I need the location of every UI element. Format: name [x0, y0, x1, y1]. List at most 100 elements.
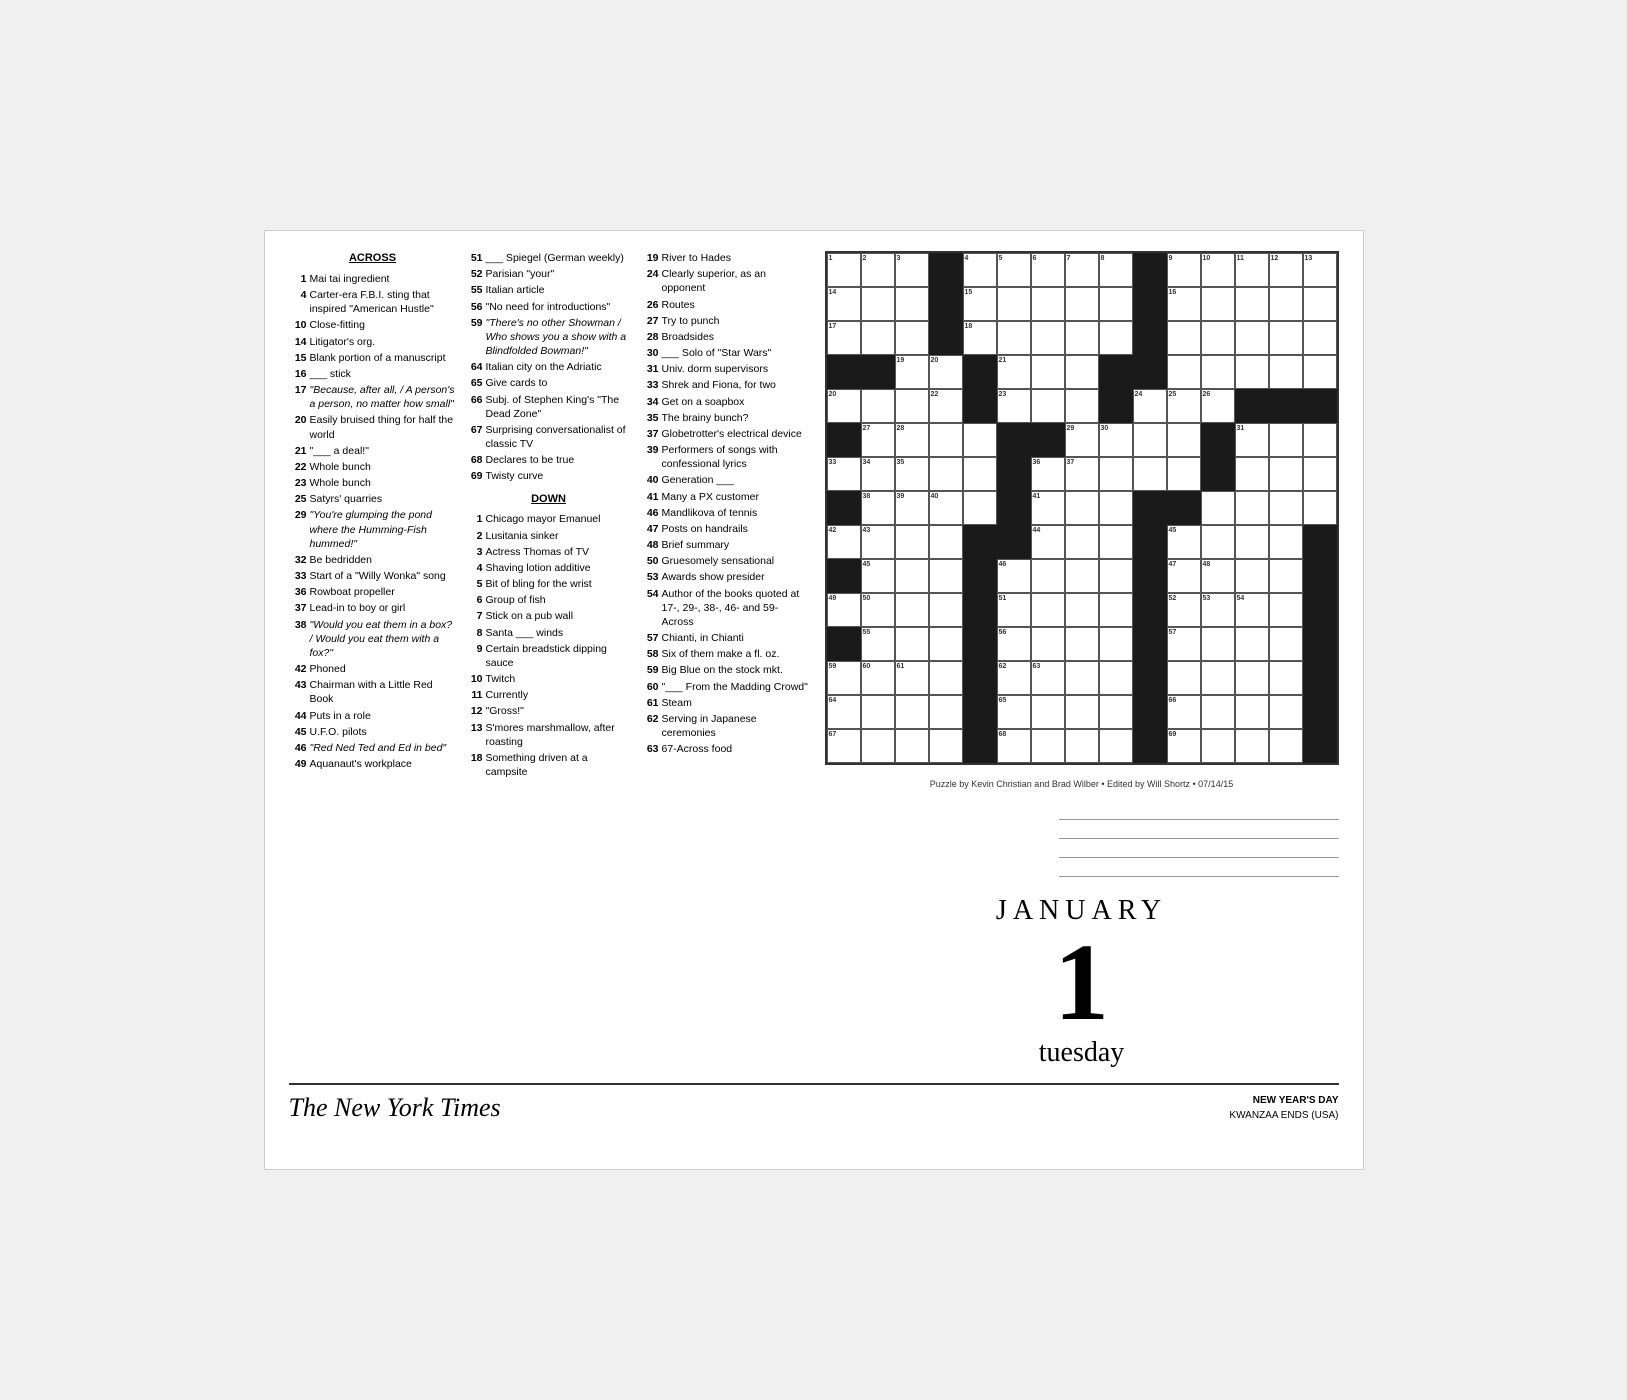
grid-cell[interactable] [1099, 321, 1133, 355]
grid-cell[interactable] [1269, 491, 1303, 525]
grid-cell[interactable] [1031, 559, 1065, 593]
grid-cell[interactable] [1167, 355, 1201, 389]
grid-cell[interactable] [1031, 389, 1065, 423]
grid-cell[interactable] [963, 593, 997, 627]
grid-cell[interactable]: 38 [861, 491, 895, 525]
grid-cell[interactable] [895, 695, 929, 729]
grid-cell[interactable] [1099, 457, 1133, 491]
grid-cell[interactable] [1031, 321, 1065, 355]
grid-cell[interactable]: 1 [827, 253, 861, 287]
grid-cell[interactable] [1065, 389, 1099, 423]
grid-cell[interactable] [1303, 627, 1337, 661]
grid-cell[interactable]: 34 [861, 457, 895, 491]
grid-cell[interactable] [1065, 287, 1099, 321]
grid-cell[interactable] [861, 321, 895, 355]
grid-cell[interactable] [963, 423, 997, 457]
grid-cell[interactable] [1133, 423, 1167, 457]
grid-cell[interactable] [1269, 355, 1303, 389]
grid-cell[interactable] [895, 525, 929, 559]
grid-cell[interactable] [827, 355, 861, 389]
grid-cell[interactable]: 23 [997, 389, 1031, 423]
grid-cell[interactable] [1099, 661, 1133, 695]
grid-cell[interactable] [1235, 491, 1269, 525]
grid-cell[interactable] [1065, 729, 1099, 763]
grid-cell[interactable]: 48 [1201, 559, 1235, 593]
grid-cell[interactable] [1031, 695, 1065, 729]
grid-cell[interactable] [1031, 729, 1065, 763]
grid-cell[interactable] [1065, 525, 1099, 559]
grid-cell[interactable] [963, 661, 997, 695]
grid-cell[interactable]: 17 [827, 321, 861, 355]
grid-cell[interactable] [929, 661, 963, 695]
grid-cell[interactable]: 68 [997, 729, 1031, 763]
grid-cell[interactable] [963, 525, 997, 559]
grid-cell[interactable]: 16 [1167, 287, 1201, 321]
grid-cell[interactable]: 4 [963, 253, 997, 287]
grid-cell[interactable] [1201, 627, 1235, 661]
grid-cell[interactable] [1065, 355, 1099, 389]
grid-cell[interactable] [1065, 593, 1099, 627]
grid-cell[interactable] [1201, 695, 1235, 729]
grid-cell[interactable] [1065, 321, 1099, 355]
grid-cell[interactable] [1201, 729, 1235, 763]
grid-cell[interactable] [1201, 661, 1235, 695]
grid-cell[interactable]: 45 [1167, 525, 1201, 559]
grid-cell[interactable] [1133, 321, 1167, 355]
grid-cell[interactable]: 21 [997, 355, 1031, 389]
grid-cell[interactable]: 8 [1099, 253, 1133, 287]
grid-cell[interactable] [1031, 287, 1065, 321]
grid-cell[interactable]: 39 [895, 491, 929, 525]
grid-cell[interactable] [1235, 525, 1269, 559]
grid-cell[interactable] [1303, 321, 1337, 355]
grid-cell[interactable] [1303, 661, 1337, 695]
grid-cell[interactable] [1303, 355, 1337, 389]
grid-cell[interactable]: 50 [861, 593, 895, 627]
grid-cell[interactable]: 54 [1235, 593, 1269, 627]
grid-cell[interactable] [997, 491, 1031, 525]
grid-cell[interactable] [1235, 729, 1269, 763]
grid-cell[interactable] [1201, 287, 1235, 321]
grid-cell[interactable] [1099, 695, 1133, 729]
grid-cell[interactable]: 9 [1167, 253, 1201, 287]
grid-cell[interactable] [1235, 287, 1269, 321]
grid-cell[interactable]: 3 [895, 253, 929, 287]
grid-cell[interactable] [1303, 423, 1337, 457]
grid-cell[interactable] [929, 559, 963, 593]
grid-cell[interactable]: 5 [997, 253, 1031, 287]
grid-cell[interactable]: 47 [1167, 559, 1201, 593]
grid-cell[interactable]: 60 [861, 661, 895, 695]
grid-cell[interactable] [1099, 287, 1133, 321]
grid-cell[interactable] [997, 321, 1031, 355]
grid-cell[interactable] [1133, 593, 1167, 627]
grid-cell[interactable]: 13 [1303, 253, 1337, 287]
grid-cell[interactable] [929, 423, 963, 457]
grid-cell[interactable] [1235, 661, 1269, 695]
grid-cell[interactable]: 53 [1201, 593, 1235, 627]
grid-cell[interactable] [1201, 491, 1235, 525]
grid-cell[interactable]: 40 [929, 491, 963, 525]
grid-cell[interactable] [1235, 627, 1269, 661]
grid-cell[interactable] [1201, 355, 1235, 389]
grid-cell[interactable] [1167, 457, 1201, 491]
grid-cell[interactable]: 36 [1031, 457, 1065, 491]
grid-cell[interactable] [1269, 559, 1303, 593]
grid-cell[interactable] [1133, 491, 1167, 525]
grid-cell[interactable]: 10 [1201, 253, 1235, 287]
grid-cell[interactable] [929, 593, 963, 627]
grid-cell[interactable]: 20 [827, 389, 861, 423]
grid-cell[interactable]: 64 [827, 695, 861, 729]
grid-cell[interactable]: 26 [1201, 389, 1235, 423]
grid-cell[interactable] [929, 253, 963, 287]
grid-cell[interactable]: 2 [861, 253, 895, 287]
grid-cell[interactable] [1099, 389, 1133, 423]
grid-cell[interactable]: 56 [997, 627, 1031, 661]
grid-cell[interactable] [929, 457, 963, 491]
grid-cell[interactable] [1303, 695, 1337, 729]
grid-cell[interactable]: 46 [997, 559, 1031, 593]
grid-cell[interactable] [1133, 627, 1167, 661]
grid-cell[interactable] [1031, 423, 1065, 457]
grid-cell[interactable] [1099, 729, 1133, 763]
grid-cell[interactable] [1099, 355, 1133, 389]
grid-cell[interactable]: 52 [1167, 593, 1201, 627]
grid-cell[interactable] [1303, 287, 1337, 321]
